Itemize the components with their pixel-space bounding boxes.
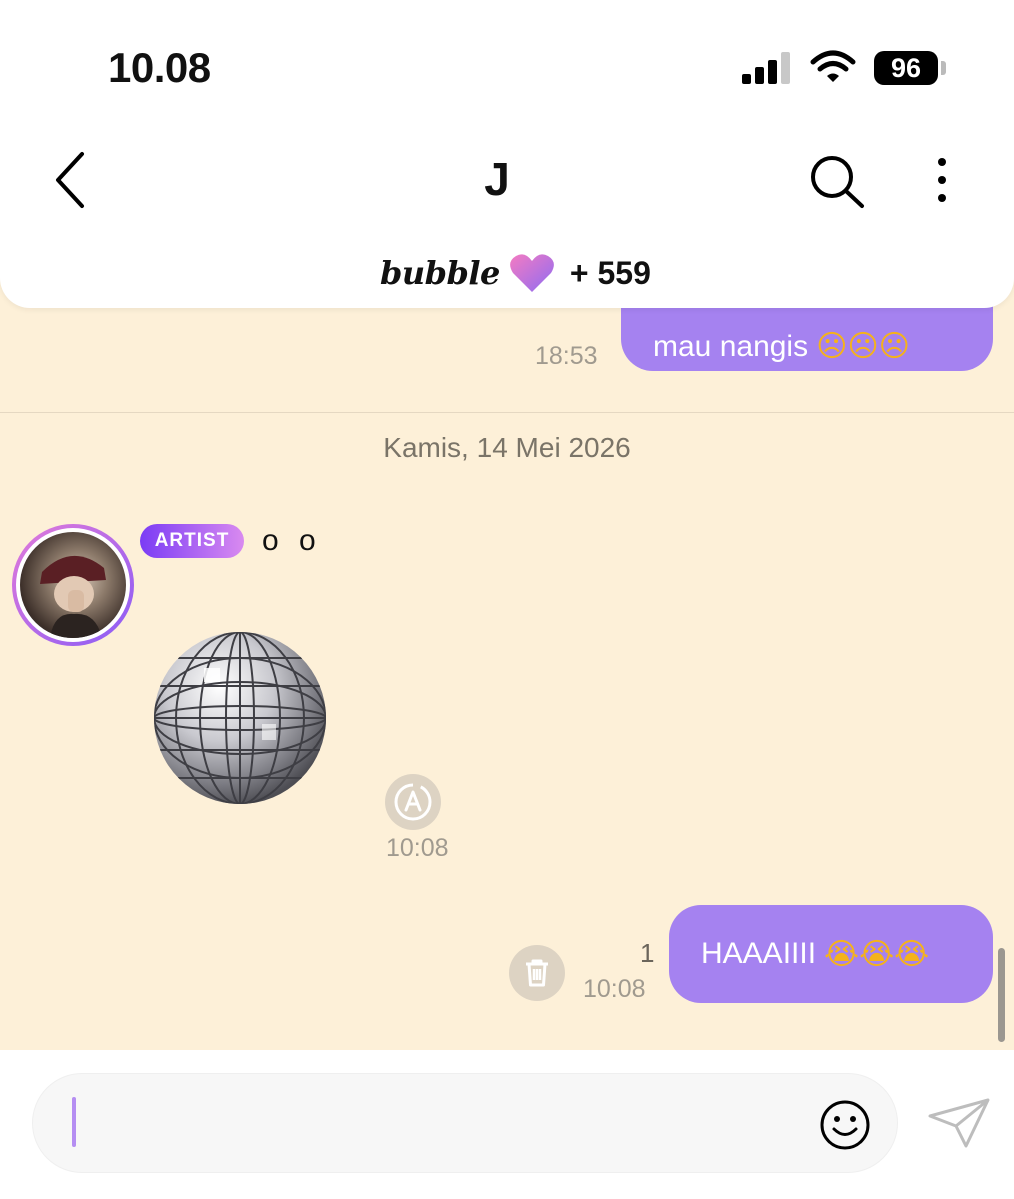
sender-name: o o xyxy=(262,524,322,557)
avatar[interactable] xyxy=(12,524,134,646)
brand-logo: bubble xyxy=(380,254,500,292)
back-arrow-icon[interactable] xyxy=(48,148,96,212)
divider xyxy=(0,412,1014,413)
message-text: HAAAIIII xyxy=(701,937,817,970)
status-time: 10.08 xyxy=(108,44,211,91)
header: 10.08 96 J bubble + 559 xyxy=(0,0,1014,308)
signal-icon xyxy=(742,52,790,84)
avatar-photo xyxy=(20,532,126,638)
bubble-count: + 559 xyxy=(569,254,651,291)
crying-emoji: 😭😭😭 xyxy=(824,936,930,972)
translate-icon xyxy=(394,783,432,821)
heart-icon xyxy=(510,254,554,292)
wifi-icon xyxy=(810,50,856,82)
scrollbar[interactable] xyxy=(998,948,1005,1042)
message-input[interactable] xyxy=(32,1073,898,1173)
battery-indicator: 96 xyxy=(874,51,938,85)
delete-button[interactable] xyxy=(509,945,565,1001)
more-options-icon[interactable] xyxy=(926,154,958,206)
unread-count: 1 xyxy=(640,938,655,968)
translate-button[interactable] xyxy=(385,774,441,830)
message-text: mau nangis xyxy=(653,329,809,363)
frowning-emoji: ☹☹☹ xyxy=(816,329,910,364)
date-divider-label: Kamis, 14 Mei 2026 xyxy=(383,432,631,463)
search-icon[interactable] xyxy=(806,152,868,212)
message-timestamp: 10:08 xyxy=(583,975,646,1003)
disco-ball-sticker[interactable] xyxy=(150,628,330,808)
artist-badge: ARTIST xyxy=(140,524,244,558)
emoji-icon[interactable] xyxy=(818,1098,872,1152)
text-caret xyxy=(72,1097,76,1147)
message-timestamp: 18:53 xyxy=(535,342,598,370)
bubble-brand[interactable]: bubble + 559 xyxy=(380,248,651,298)
battery-tip xyxy=(941,61,946,75)
chat-title: J xyxy=(484,153,510,205)
message-timestamp: 10:08 xyxy=(386,834,449,862)
send-icon[interactable] xyxy=(926,1096,992,1150)
message-bubble-outgoing[interactable]: HAAAIIII 😭😭😭 xyxy=(669,905,993,1003)
trash-icon xyxy=(526,959,548,987)
